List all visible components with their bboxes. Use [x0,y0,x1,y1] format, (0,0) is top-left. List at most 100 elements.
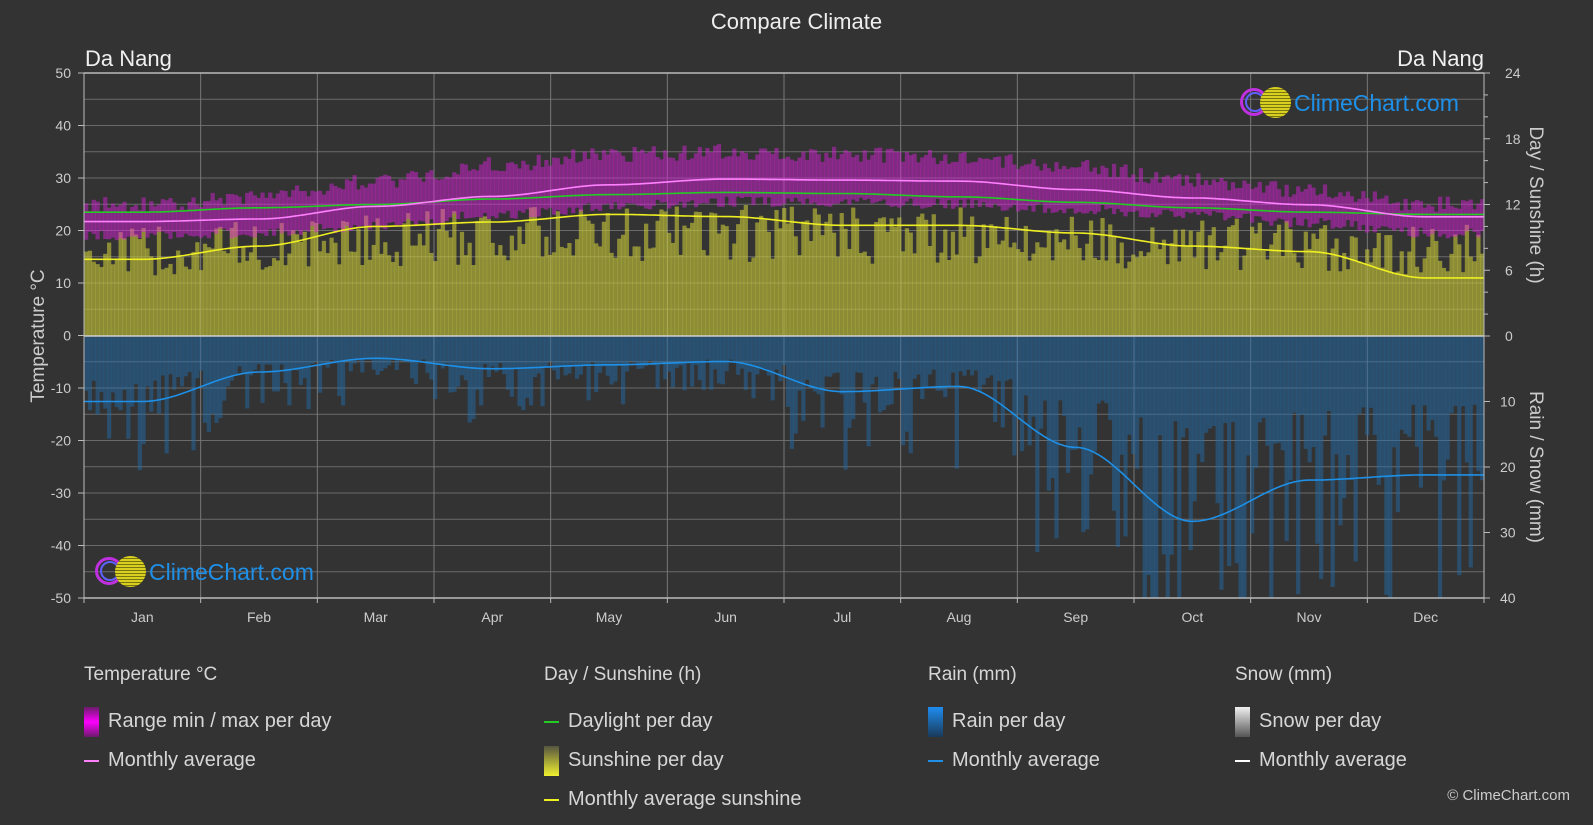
temperature-range-bar [153,206,158,235]
rain-day-bar [1069,336,1074,451]
temperature-range-bar [471,169,476,218]
temperature-range-bar [716,144,722,207]
rain-day-bar [356,336,361,361]
sunshine-day-bar [670,242,676,336]
rain-day-bar [1299,336,1305,415]
temperature-range-bar [1414,199,1420,237]
rain-day-bar [889,336,894,405]
sunshine-day-bar [1338,271,1343,336]
rain-day-bar [805,336,810,380]
sunshine-day-bar [1426,247,1431,336]
rain-day-bar [314,336,319,362]
sunshine-day-bar [179,257,185,336]
rain-day-bar [655,336,660,389]
rain-day-bar [275,336,281,392]
rain-day-bar [1349,336,1354,480]
temperature-range-bar [271,198,277,236]
sunshine-day-bar [176,250,181,336]
temperature-range-bar [256,197,261,234]
rain-day-bar [1230,336,1236,423]
sunshine-day-bar [1138,251,1144,336]
rain-day-bar [1180,336,1186,438]
rain-day-bar [770,336,775,401]
sunshine-day-bar [168,263,173,336]
sunshine-day-bar [548,254,553,336]
temperature-range-bar [1211,179,1216,211]
rain-day-bar [371,336,376,370]
rain-day-bar [340,336,346,406]
legend-snow: Snow (mm) Snow per day Monthly average [1235,664,1407,780]
sunshine-day-bar [279,223,284,336]
rain-day-bar [847,336,852,428]
sunshine-day-bar [348,251,353,336]
rain-day-bar [551,336,557,371]
sunshine-day-bar [594,243,599,336]
sunshine-day-bar [1299,268,1305,336]
temperature-range-bar [475,170,480,217]
watermark-bottom: ClimeChart.com [95,555,314,589]
temperature-range-bar [383,174,388,230]
sunshine-day-bar [571,255,576,336]
temperature-range-bar [766,151,771,198]
rain-day-bar [1365,336,1370,436]
temperature-range-bar [916,162,921,206]
temperature-range-bar [720,158,725,207]
sunshine-day-bar [947,260,952,336]
sunshine-day-bar [498,245,503,336]
rain-day-bar [398,336,403,359]
sunshine-day-bar [1430,228,1435,336]
sunshine-day-bar [609,252,614,336]
legend-label: Monthly average sunshine [568,788,802,810]
temperature-range-bar [551,157,557,215]
sunshine-day-bar [1376,232,1381,336]
temperature-range-bar [517,168,522,211]
sunshine-day-bar [252,226,258,336]
rain-day-bar [126,336,131,439]
rain-day-bar [367,336,373,360]
rain-day-bar [1115,336,1121,547]
temperature-range-bar [801,151,806,205]
sunshine-day-bar [743,205,748,336]
y-axis-title: Temperature °C [28,269,49,402]
rain-day-bar [172,336,177,390]
temperature-range-bar [110,203,116,238]
rain-day-bar [479,336,484,406]
temperature-range-bar [682,145,687,208]
temperature-range-bar [260,192,265,234]
sunshine-day-bar [624,208,630,336]
rain-day-bar [1219,336,1224,590]
sunshine-day-bar [122,238,127,336]
sunshine-day-bar [1219,252,1224,336]
sunshine-day-bar [532,207,538,336]
legend-item: Daylight per day [544,702,801,741]
legend-label: Daylight per day [568,710,713,732]
rain-day-bar [985,336,990,378]
rain-day-bar [160,336,165,376]
temperature-range-bar [743,153,748,197]
sunshine-day-bar [1273,232,1278,336]
rain-day-bar [321,336,327,366]
rain-day-bar [141,336,146,445]
rain-day-bar [1085,336,1090,530]
sunshine-day-bar [774,210,779,336]
rain-day-bar [1131,336,1136,455]
sunshine-day-bar [1046,230,1051,336]
sunshine-day-bar [149,256,154,336]
sunshine-day-bar [425,211,430,336]
rain-day-bar [168,336,173,375]
temperature-range-bar [908,155,913,199]
temperature-range-bar [168,198,173,239]
temperature-range-bar [567,158,572,208]
sunshine-day-bar [690,222,695,336]
rain-day-bar [693,336,699,365]
sunshine-day-bar [118,232,123,336]
temperature-range-bar [1088,171,1094,211]
temperature-range-bar [709,152,714,199]
sunshine-day-bar [1353,237,1358,336]
sunshine-day-bar [605,212,610,336]
temperature-range-bar [1388,203,1393,229]
rain-day-bar [1169,336,1174,555]
sunshine-day-bar [996,244,1002,336]
sunshine-day-bar [847,248,852,336]
temperature-range-bar [1184,175,1190,212]
